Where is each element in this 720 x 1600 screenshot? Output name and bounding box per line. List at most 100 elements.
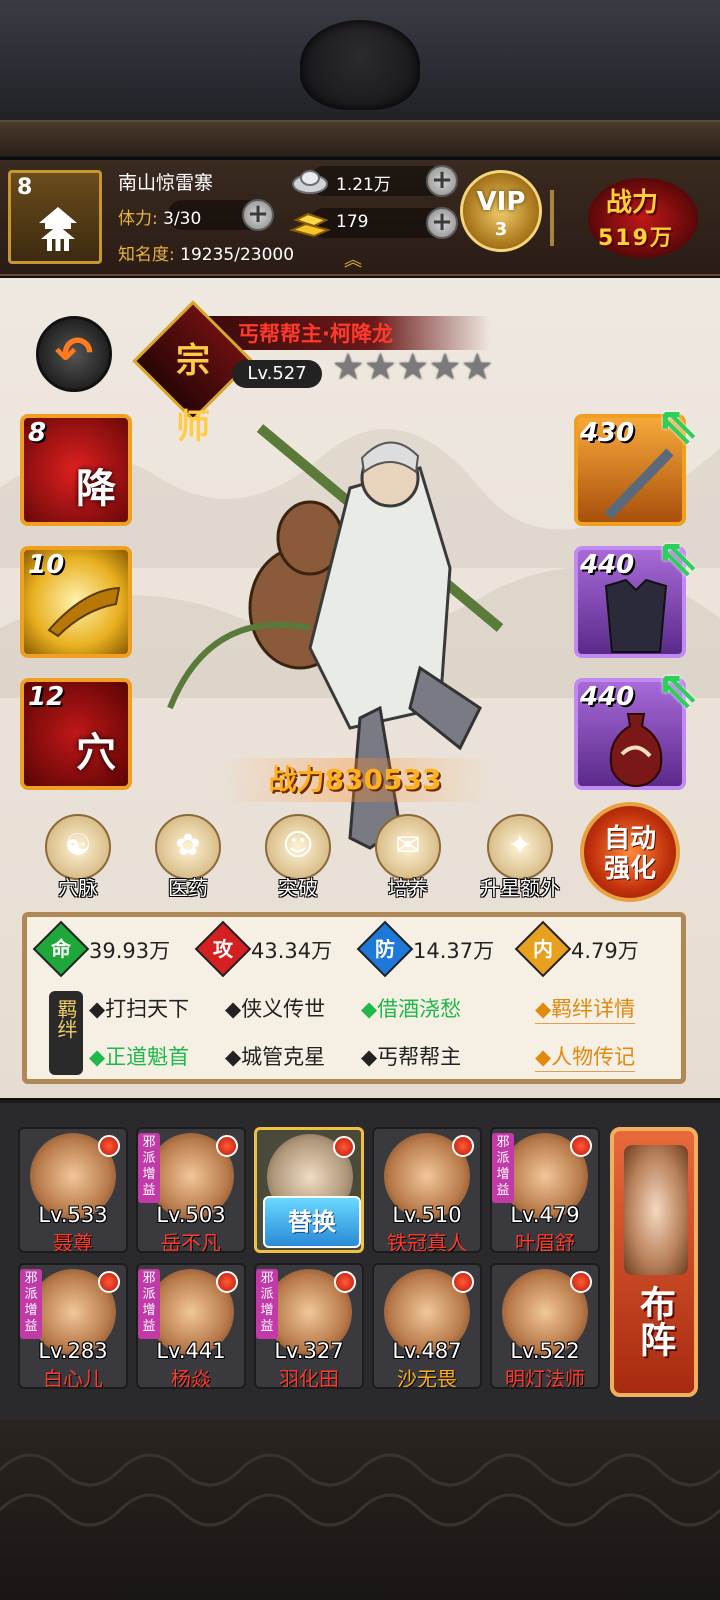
menu-star-up[interactable]: ✦ 升星额外	[470, 814, 570, 904]
gold-bars-icon	[288, 212, 332, 238]
star-icon: ★	[428, 347, 462, 388]
roof-ornament	[300, 20, 420, 110]
auto-enhance-button[interactable]: 自动 强化	[580, 802, 680, 902]
menu-label: 突破	[278, 876, 318, 900]
team-slot[interactable]: 邪派增益 Lv.441 杨焱	[136, 1263, 246, 1389]
evil-buff-tag: 邪派增益	[256, 1269, 278, 1339]
stronghold-rank-badge[interactable]: 8	[8, 170, 102, 264]
menu-label: 穴脉	[58, 876, 98, 900]
bond-item[interactable]: ◆打扫天下	[89, 993, 189, 1023]
skill-slot-2[interactable]: 10	[20, 546, 132, 658]
hero-level: Lv.503	[156, 1203, 226, 1227]
stamina-label: 体力:	[118, 209, 158, 229]
bond-item[interactable]: ◆城管克星	[225, 1041, 325, 1071]
total-power-badge[interactable]: 战力 519万	[588, 178, 698, 258]
team-slot[interactable]: Lv.487 沙无畏	[372, 1263, 482, 1389]
bond-item[interactable]: ◆丐帮帮主	[361, 1041, 461, 1071]
star-rating: ★★★★★	[332, 350, 493, 386]
menu-breakthrough[interactable]: ☺ 突破	[258, 814, 338, 904]
equip-level: 440	[580, 682, 635, 712]
hero-name: 杨焱	[171, 1367, 211, 1389]
hero-name: 明灯法师	[505, 1367, 585, 1389]
formation-art	[624, 1145, 688, 1275]
team-slot[interactable]: 邪派增益 Lv.479 叶眉舒	[490, 1127, 600, 1253]
back-button[interactable]: ↶	[36, 316, 112, 392]
menu-train[interactable]: ✉ 培养	[368, 814, 448, 904]
hero-name: 沙无畏	[397, 1367, 457, 1389]
menu-label: 医药	[168, 876, 208, 900]
star-up-icon: ✦	[487, 814, 553, 880]
hero-name: 羽化田	[279, 1367, 339, 1389]
hero-portrait	[167, 424, 504, 850]
add-silver-button[interactable]: +	[426, 165, 458, 197]
meridian-icon: ☯	[45, 814, 111, 880]
bottom-decor	[0, 1420, 720, 1600]
divider	[550, 190, 554, 246]
notification-dot	[216, 1271, 238, 1293]
evil-buff-tag: 邪派增益	[138, 1269, 160, 1339]
character-panel: ↶ 丐帮帮主·柯降龙 宗师 Lv.527 ★★★★★ 8 降 10 12 穴 4…	[0, 278, 720, 1098]
attack-value: 43.34万	[251, 939, 333, 963]
bond-item-active[interactable]: ◆借酒浇愁	[361, 993, 461, 1023]
inner-icon: 内	[533, 937, 553, 961]
biography-link[interactable]: ◆人物传记	[535, 1041, 636, 1072]
gold-value: 179	[336, 212, 369, 232]
vip-level: 3	[494, 219, 508, 240]
team-slot[interactable]: Lv.510 铁冠真人	[372, 1127, 482, 1253]
auto-line1: 自动	[603, 824, 656, 854]
formation-button[interactable]: 布阵	[610, 1127, 698, 1397]
team-slot[interactable]: Lv.533 聂尊	[18, 1127, 128, 1253]
team-slot[interactable]: 邪派增益 Lv.283 白心儿	[18, 1263, 128, 1389]
pagoda-icon	[39, 207, 77, 251]
total-power-label: 战力	[606, 188, 659, 218]
upgrade-arrow-icon[interactable]: ⇖	[656, 660, 708, 722]
attack-icon: 攻	[213, 937, 233, 961]
notification-dot	[216, 1135, 238, 1157]
star-icon: ★	[461, 347, 494, 388]
menu-medicine[interactable]: ✿ 医药	[148, 814, 228, 904]
stamina-value: 3/30	[163, 209, 202, 229]
bond-details-link[interactable]: ◆羁绊详情	[535, 993, 636, 1024]
team-slot[interactable]: 邪派增益 Lv.327 羽化田	[254, 1263, 364, 1389]
team-slot[interactable]: Lv.522 明灯法师	[490, 1263, 600, 1389]
skill-level: 8	[28, 418, 47, 448]
hero-level: Lv.441	[156, 1339, 226, 1363]
notification-dot	[570, 1271, 592, 1293]
skill-glyph: 降	[76, 466, 116, 512]
scroll-icon: ✉	[375, 814, 441, 880]
hero-level: Lv.283	[38, 1339, 108, 1363]
notification-dot	[98, 1271, 120, 1293]
fame-label: 知名度:	[118, 245, 175, 265]
swap-button[interactable]: 替换	[263, 1196, 361, 1248]
bond-item[interactable]: ◆侠义传世	[225, 993, 325, 1023]
upgrade-arrow-icon[interactable]: ⇖	[656, 396, 708, 458]
hero-level: Lv.479	[510, 1203, 580, 1227]
combat-power: 战力830533	[220, 758, 490, 802]
vip-badge[interactable]: VIP 3	[460, 170, 542, 252]
character-title: 丐帮帮主·柯降龙	[238, 322, 393, 346]
hp-value: 39.93万	[89, 939, 171, 963]
collapse-chevron-icon[interactable]: ︽	[344, 246, 362, 272]
defense-value: 14.37万	[413, 939, 495, 963]
star-icon: ★	[396, 347, 429, 388]
inner-value: 4.79万	[571, 939, 639, 963]
equip-level: 430	[580, 418, 635, 448]
bond-seal: 羁绊	[49, 991, 83, 1075]
hp-icon: 命	[51, 937, 71, 961]
add-stamina-button[interactable]: +	[242, 199, 274, 231]
master-emblem-glyph: 宗师	[176, 341, 210, 447]
skill-slot-3[interactable]: 12 穴	[20, 678, 132, 790]
breakthrough-icon: ☺	[265, 814, 331, 880]
upgrade-arrow-icon[interactable]: ⇖	[656, 528, 708, 590]
add-gold-button[interactable]: +	[426, 207, 458, 239]
team-slot[interactable]: 邪派增益 Lv.503 岳不凡	[136, 1127, 246, 1253]
menu-meridian[interactable]: ☯ 穴脉	[38, 814, 118, 904]
bond-item-active[interactable]: ◆正道魁首	[89, 1041, 189, 1071]
hero-name: 叶眉舒	[515, 1231, 575, 1253]
skill-slot-1[interactable]: 8 降	[20, 414, 132, 526]
auto-enhance-label: 自动 强化	[584, 824, 676, 884]
hero-level: Lv.522	[510, 1339, 580, 1363]
roof-beam	[0, 120, 720, 156]
fame: 知名度: 19235/23000	[118, 240, 294, 265]
team-slot-selected[interactable]: 替换	[254, 1127, 364, 1253]
